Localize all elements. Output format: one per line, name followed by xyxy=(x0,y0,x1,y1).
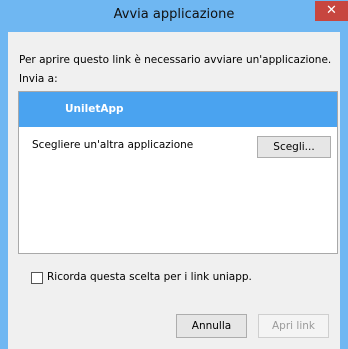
list-item-other-app[interactable]: Scegliere un'altra applicazione Scegli..… xyxy=(19,127,337,161)
close-button[interactable]: ✕ xyxy=(315,1,348,21)
remember-label[interactable]: Ricorda questa scelta per i link uniapp. xyxy=(47,271,252,283)
close-icon: ✕ xyxy=(326,3,337,18)
app-name: UniletApp xyxy=(65,103,124,115)
other-app-label: Scegliere un'altra applicazione xyxy=(32,139,194,151)
cancel-button[interactable]: Annulla xyxy=(176,314,247,338)
open-link-button-label: Apri link xyxy=(272,320,315,332)
choose-button-label: Scegli... xyxy=(273,141,315,153)
message-text: Per aprire questo link è necessario avvi… xyxy=(19,54,332,66)
open-link-button[interactable]: Apri link xyxy=(258,314,329,338)
window-title: Avvia applicazione xyxy=(113,7,235,22)
send-to-label: Invia a: xyxy=(19,73,58,85)
title-bar[interactable]: Avvia applicazione ✕ xyxy=(0,0,348,32)
remember-checkbox[interactable] xyxy=(31,272,43,284)
list-item-uniletapp[interactable]: UniletApp xyxy=(19,92,337,127)
choose-button[interactable]: Scegli... xyxy=(257,136,331,158)
cancel-button-label: Annulla xyxy=(191,320,232,332)
application-list[interactable]: UniletApp Scegliere un'altra applicazion… xyxy=(18,91,338,254)
